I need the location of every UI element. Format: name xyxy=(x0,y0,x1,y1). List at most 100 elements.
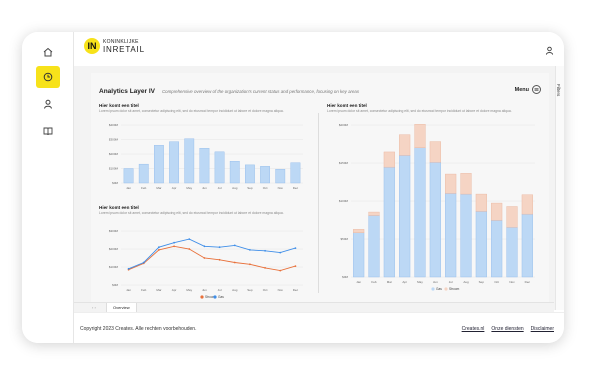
data-point xyxy=(173,245,175,248)
bar-stroom xyxy=(399,134,411,156)
x-tick-label: Nov xyxy=(278,186,284,190)
data-point xyxy=(158,246,160,249)
data-point xyxy=(203,257,206,259)
data-point xyxy=(158,249,160,251)
y-tick-label: $200M xyxy=(339,123,349,127)
x-tick-label: Oct xyxy=(494,280,499,284)
bar-gas xyxy=(383,166,395,278)
x-tick-label: Apr xyxy=(172,288,177,292)
home-icon[interactable] xyxy=(36,41,60,63)
bar xyxy=(138,163,149,184)
y-tick-label: $0M xyxy=(342,275,348,279)
tab-nav-arrows[interactable]: ‹ › xyxy=(92,305,96,310)
x-tick-label: Sep xyxy=(247,288,253,292)
bar-stroom xyxy=(460,173,472,195)
bar-gas xyxy=(368,215,380,278)
x-tick-label: Dec xyxy=(525,280,531,284)
report-area: Analytics Layer IV Comprehensive overvie… xyxy=(74,66,564,310)
app-window: IN KONINKLIJKE INRETAIL Analytics Layer … xyxy=(22,32,564,343)
chart-line: Hier komt een titel Lorem ipsum dolor si… xyxy=(99,205,307,303)
bar-stroom xyxy=(368,211,380,216)
bar-gas xyxy=(460,193,472,278)
data-point xyxy=(249,249,251,251)
bar xyxy=(229,161,240,184)
report-header: Analytics Layer IV Comprehensive overvie… xyxy=(99,85,541,97)
chart-title: Hier komt een titel xyxy=(99,103,139,108)
bar-stroom xyxy=(353,229,365,233)
bar xyxy=(154,145,164,184)
legend-marker xyxy=(213,295,217,299)
x-tick-label: Apr xyxy=(172,186,177,190)
x-tick-label: Aug xyxy=(463,280,469,284)
chart-stacked-bar: Hier komt een titel Lorem ipsum dolor si… xyxy=(327,103,539,303)
x-tick-label: Nov xyxy=(509,280,515,284)
bar xyxy=(290,162,301,184)
divider xyxy=(318,113,319,293)
account-icon[interactable] xyxy=(545,42,554,60)
menu-label: Menu xyxy=(514,86,529,93)
bar-stroom xyxy=(429,141,441,163)
user-icon[interactable] xyxy=(36,93,60,115)
x-tick-label: Nov xyxy=(278,288,284,292)
data-point xyxy=(264,267,266,269)
legend-marker xyxy=(200,295,204,299)
data-point xyxy=(279,269,282,272)
bar-stroom xyxy=(414,124,426,149)
data-point xyxy=(142,261,145,264)
x-tick-label: May xyxy=(186,186,192,190)
bar-stroom xyxy=(445,173,457,194)
menu-button[interactable]: Menu xyxy=(515,85,541,94)
logo-line-2: INRETAIL xyxy=(103,45,145,54)
data-point xyxy=(188,238,191,240)
bar xyxy=(214,151,225,184)
data-point xyxy=(173,241,175,244)
data-point xyxy=(188,248,191,250)
data-point xyxy=(279,251,282,254)
bar-gas xyxy=(491,220,503,278)
chart-title: Hier komt een titel xyxy=(99,205,139,210)
brand-logo[interactable]: IN KONINKLIJKE INRETAIL xyxy=(84,38,145,54)
chart-description: Lorem ipsum dolor sit amet, consectetur … xyxy=(99,211,284,215)
x-tick-label: Dec xyxy=(293,186,299,190)
x-tick-label: Jan xyxy=(356,280,361,284)
x-tick-label: Dec xyxy=(293,288,299,292)
x-tick-label: Jun xyxy=(202,186,207,190)
x-tick-label: Sep xyxy=(479,280,485,284)
bar-gas xyxy=(353,232,365,278)
logo-mark: IN xyxy=(84,38,100,54)
data-point xyxy=(294,247,297,249)
footer-link-services[interactable]: Onze diensten xyxy=(491,326,523,332)
book-icon[interactable] xyxy=(36,120,60,142)
clock-icon[interactable] xyxy=(36,66,60,88)
y-tick-label: $50M xyxy=(340,237,348,241)
bar xyxy=(260,166,270,184)
bar-stroom xyxy=(475,193,487,212)
x-tick-label: Mar xyxy=(156,288,161,292)
bar-gas xyxy=(506,227,518,278)
bar xyxy=(184,138,195,184)
bar xyxy=(275,169,286,184)
bar-gas xyxy=(475,211,487,278)
x-tick-label: Apr xyxy=(402,280,407,284)
footer-link-creates[interactable]: Creates.nl xyxy=(462,326,485,332)
y-tick-label: $300M xyxy=(109,138,119,142)
y-tick-label: $300M xyxy=(109,229,119,233)
y-tick-label: $100M xyxy=(109,167,119,171)
bar-gas xyxy=(445,193,457,278)
x-tick-label: May xyxy=(417,280,423,284)
data-point xyxy=(218,246,221,249)
menu-icon xyxy=(532,85,541,94)
chart-description: Lorem ipsum dolor sit amet, consectetur … xyxy=(327,109,512,113)
y-tick-label: $400M xyxy=(109,123,119,127)
y-tick-label: $150M xyxy=(339,161,349,165)
bar-stroom xyxy=(506,206,518,228)
footer-link-disclaimer[interactable]: Disclaimer xyxy=(531,326,554,332)
legend-marker xyxy=(444,287,448,291)
copyright-text: Copyright 2023 Creates. Alle rechten voo… xyxy=(80,326,197,332)
data-point xyxy=(233,244,236,247)
filters-pane[interactable]: Filters xyxy=(555,66,564,310)
x-tick-label: Jan xyxy=(126,288,131,292)
x-tick-label: Mar xyxy=(387,280,392,284)
footer-links: Creates.nl Onze diensten Disclaimer xyxy=(462,326,554,332)
x-tick-label: Jul xyxy=(218,288,222,292)
